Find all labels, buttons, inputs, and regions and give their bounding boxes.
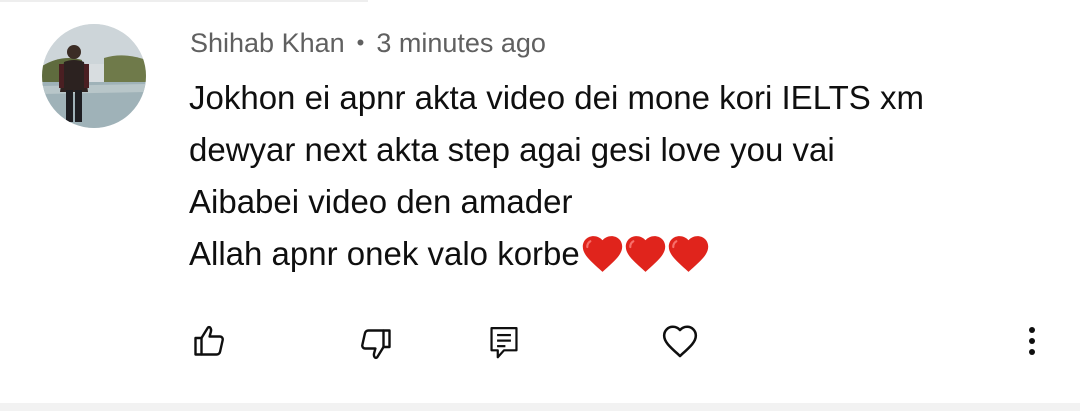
emoji-group (581, 235, 710, 273)
avatar-photo (42, 24, 146, 128)
comment-text: Jokhon ei apnr akta video dei mone kori … (189, 72, 1049, 280)
comment-line: Aibabei video den amader (189, 183, 573, 220)
avatar[interactable] (42, 24, 146, 128)
dislike-button[interactable] (352, 320, 400, 368)
comment-header: Shihab Khan • 3 minutes ago (190, 26, 546, 60)
red-heart-emoji-icon (582, 236, 622, 272)
red-heart-emoji-icon (625, 236, 665, 272)
comment-line: Jokhon ei apnr akta video dei mone kori … (189, 79, 924, 116)
like-button[interactable] (185, 317, 233, 365)
comment-line: dewyar next akta step agai gesi love you… (189, 131, 835, 168)
author-name[interactable]: Shihab Khan (190, 28, 345, 59)
header-separator: • (356, 30, 365, 55)
reply-icon (490, 327, 518, 359)
thumbs-up-icon (194, 325, 224, 356)
heart-button[interactable] (656, 317, 704, 365)
more-options-button[interactable] (1008, 317, 1056, 365)
top-divider (0, 0, 368, 2)
bottom-divider (0, 403, 1080, 411)
comment-line: Allah apnr onek valo korbe (189, 235, 580, 272)
heart-icon (662, 325, 698, 358)
comment-line-with-emoji: Allah apnr onek valo korbe (189, 228, 1049, 280)
red-heart-emoji-icon (668, 236, 708, 272)
comment-timestamp[interactable]: 3 minutes ago (376, 28, 546, 59)
more-vert-icon (1029, 327, 1035, 355)
thumbs-down-icon (361, 329, 391, 360)
reply-button[interactable] (480, 318, 528, 366)
